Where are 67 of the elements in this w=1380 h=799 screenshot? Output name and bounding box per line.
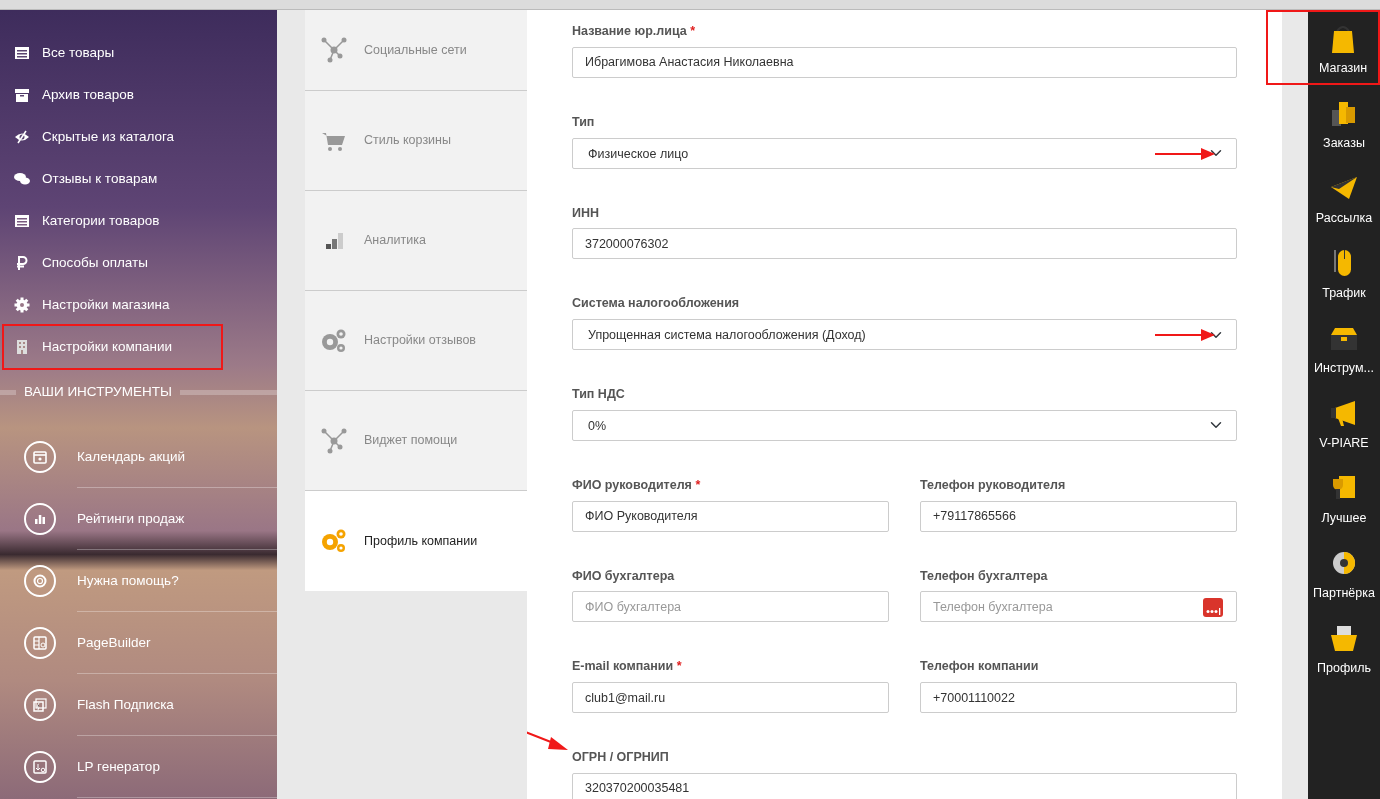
field-label: ФИО руководителя: [572, 477, 692, 492]
basket-icon: [1329, 623, 1359, 654]
sidebar-item[interactable]: Настройки магазина: [4, 284, 221, 326]
field-label: ФИО бухгалтера: [572, 568, 675, 583]
archive-box-icon: [14, 87, 30, 103]
network-icon: [320, 426, 348, 455]
required-mark: *: [676, 659, 682, 674]
page-layout-icon[interactable]: [24, 627, 56, 660]
tool-link[interactable]: LP генератор: [77, 736, 277, 799]
sidebar-item[interactable]: Настройки компании: [4, 326, 221, 368]
calendar-icon[interactable]: [24, 441, 56, 474]
required-mark: *: [695, 477, 701, 492]
dock-item[interactable]: Трафик: [1308, 235, 1380, 310]
input-field[interactable]: Телефон бухгалтера: [920, 591, 1237, 623]
input-field[interactable]: +79117865566: [920, 500, 1237, 532]
sidebar-item[interactable]: Скрытые из каталога: [4, 116, 221, 158]
select-field[interactable]: Упрощенная система налогообложения (Доход): [572, 319, 1237, 350]
field-label: Тип: [572, 114, 595, 129]
dock-item[interactable]: Рассылка: [1308, 160, 1380, 235]
required-mark: *: [690, 24, 696, 38]
input-field[interactable]: club1@mail.ru: [572, 682, 889, 713]
sidebar-item[interactable]: Архив товаров: [4, 74, 221, 116]
field-label: Телефон руководителя: [920, 477, 1066, 492]
field-label: E-mail компании: [572, 659, 674, 674]
dock-item[interactable]: Профиль: [1308, 610, 1380, 685]
lightning-window-icon[interactable]: [24, 689, 56, 722]
tab[interactable]: Профиль компании: [305, 491, 527, 591]
section-title: ВАШИ ИНСТРУМЕНТЫ: [24, 383, 172, 401]
dock-item[interactable]: Магазин: [1266, 10, 1380, 85]
building-icon: [14, 339, 30, 355]
sidebar-item[interactable]: Отзывы к товарам: [4, 158, 221, 200]
settings-icon: [14, 297, 30, 313]
input-field[interactable]: ФИО бухгалтера: [572, 591, 889, 623]
dock-item[interactable]: V-PIARE: [1308, 385, 1380, 460]
lifebuoy-icon[interactable]: [24, 565, 56, 598]
field-label: Система налогообложения: [572, 296, 740, 311]
input-field[interactable]: 320370200035481: [572, 772, 1237, 799]
select-field[interactable]: Физическое лицо: [572, 137, 1237, 169]
ruble-icon: [14, 255, 30, 271]
field-label: Название юр.лица: [572, 24, 687, 38]
bar-chart-icon[interactable]: [24, 503, 56, 536]
sidebar-item[interactable]: Категории товаров: [4, 200, 221, 242]
field-label: ОГРН / ОГРНИП: [572, 750, 669, 764]
dock-item[interactable]: Заказы: [1308, 85, 1380, 160]
dock-item[interactable]: Партнёрка: [1308, 535, 1380, 610]
dock-item[interactable]: Инструм...: [1308, 310, 1380, 385]
field-label: Телефон бухгалтера: [920, 568, 1048, 583]
gears-icon: [320, 527, 348, 555]
dock-item[interactable]: Лучшее: [1308, 460, 1380, 535]
hidden-eye-icon: [14, 129, 30, 145]
list-icon: [14, 45, 30, 61]
list-icon: [14, 213, 30, 229]
sidebar-item[interactable]: Все товары: [4, 32, 221, 74]
password-manager-icon[interactable]: [1203, 598, 1223, 618]
input-field[interactable]: ФИО Руководителя: [572, 500, 889, 532]
sidebar-item[interactable]: Способы оплаты: [4, 242, 221, 284]
download-window-icon[interactable]: [24, 751, 56, 784]
chat-bubbles-icon: [14, 171, 30, 187]
input-field[interactable]: 372000076302: [572, 228, 1237, 260]
tool-link[interactable]: Рейтинги продаж: [77, 488, 277, 551]
input-field[interactable]: Ибрагимова Анастасия Николаевна: [572, 46, 1237, 78]
field-label: Телефон компании: [920, 659, 1039, 674]
select-field[interactable]: 0%: [572, 409, 1237, 441]
field-label: Тип НДС: [572, 387, 625, 401]
field-label: ИНН: [572, 205, 600, 220]
input-field[interactable]: +70001110022: [920, 682, 1237, 713]
network-icon: [320, 36, 348, 64]
